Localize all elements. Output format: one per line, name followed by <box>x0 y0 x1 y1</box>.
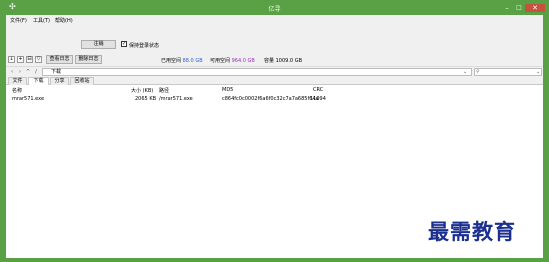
remember-login-label: 保持登录状态 <box>129 43 160 49</box>
download-icon[interactable]: ↓ <box>8 56 15 63</box>
cell-size: 2065 KB <box>135 96 157 102</box>
column-header-size[interactable]: 大小 (KB) <box>131 87 153 94</box>
logout-button[interactable]: 注销 <box>81 40 116 49</box>
column-header-path[interactable]: 路径 <box>159 87 169 94</box>
menu-bar: 文件(F) 工具(T) 帮助(H) <box>6 15 543 24</box>
back-icon[interactable]: ‹ <box>9 69 15 76</box>
cell-md5: c864fc0c0002f6a6f0c32c7a7a685f64a <box>222 96 319 102</box>
search-input[interactable] <box>474 68 542 76</box>
options-bar: 注销 ✓ 保持登录状态 <box>6 24 543 54</box>
column-header-crc[interactable]: CRC <box>313 87 323 93</box>
search-dropdown-icon[interactable]: ⌄ <box>536 69 540 75</box>
delete-log-button[interactable]: 删除日志 <box>75 55 102 64</box>
tab-files[interactable]: 文件 <box>8 77 27 85</box>
title-bar[interactable]: ✣ 亿寻 – □ ✕ <box>0 0 549 15</box>
window-title: 亿寻 <box>268 6 281 13</box>
add-icon[interactable]: + <box>17 56 24 63</box>
path-separator-icon: / <box>35 69 37 75</box>
tab-share[interactable]: 分享 <box>50 77 69 85</box>
path-dropdown-icon[interactable]: ⌄ <box>463 69 467 75</box>
available-space: 可用空间 964.0 GB <box>210 57 255 64</box>
tab-bar: 文件 下载 分享 回收站 <box>6 76 543 86</box>
filter-icon[interactable]: ▽ <box>35 56 42 63</box>
search-icon: ⚲ <box>476 69 480 75</box>
forward-icon[interactable]: › <box>17 69 23 76</box>
total-space-label: 容量 <box>264 58 275 64</box>
toolbar: ↓ + ⊟ ▽ 查看日志 删除日志 已用空间 88.0 GB 可用空间 964.… <box>6 54 543 66</box>
minimize-button[interactable]: – <box>502 4 512 12</box>
maximize-button[interactable]: □ <box>514 4 524 12</box>
available-space-value: 964.0 GB <box>231 58 255 64</box>
total-space-value: 1009.0 GB <box>275 58 302 64</box>
cell-crc: 11094 <box>310 96 326 102</box>
column-header-name[interactable]: 名称 <box>12 87 22 94</box>
app-window: ✣ 亿寻 – □ ✕ 文件(F) 工具(T) 帮助(H) 注销 ✓ 保持登录状态… <box>0 0 549 262</box>
menu-tools[interactable]: 工具(T) <box>33 17 50 24</box>
path-input[interactable]: 下载 <box>42 68 472 76</box>
used-space-label: 已用空间 <box>161 58 182 64</box>
path-bar: ‹ › ^ / 下载 ⌄ ⚲ ⌄ <box>6 66 543 76</box>
watermark-text: 最需教育 <box>428 219 516 244</box>
used-space-value: 88.0 GB <box>182 58 203 64</box>
view-log-button[interactable]: 查看日志 <box>46 55 73 64</box>
menu-file[interactable]: 文件(F) <box>10 17 27 24</box>
used-space: 已用空间 88.0 GB <box>161 57 203 64</box>
close-button[interactable]: ✕ <box>525 4 545 12</box>
remember-login-checkbox[interactable]: ✓ <box>121 41 127 47</box>
tab-recycle-bin[interactable]: 回收站 <box>70 77 94 85</box>
cell-name: mrar571.exe <box>12 96 45 102</box>
menu-help[interactable]: 帮助(H) <box>55 17 73 24</box>
total-space: 容量 1009.0 GB <box>264 57 302 64</box>
up-icon[interactable]: ^ <box>25 69 31 76</box>
column-header-md5[interactable]: MD5 <box>222 87 233 93</box>
available-space-label: 可用空间 <box>210 58 231 64</box>
cell-path: /mrar571.exe <box>159 96 193 102</box>
collapse-icon[interactable]: ⊟ <box>26 56 33 63</box>
